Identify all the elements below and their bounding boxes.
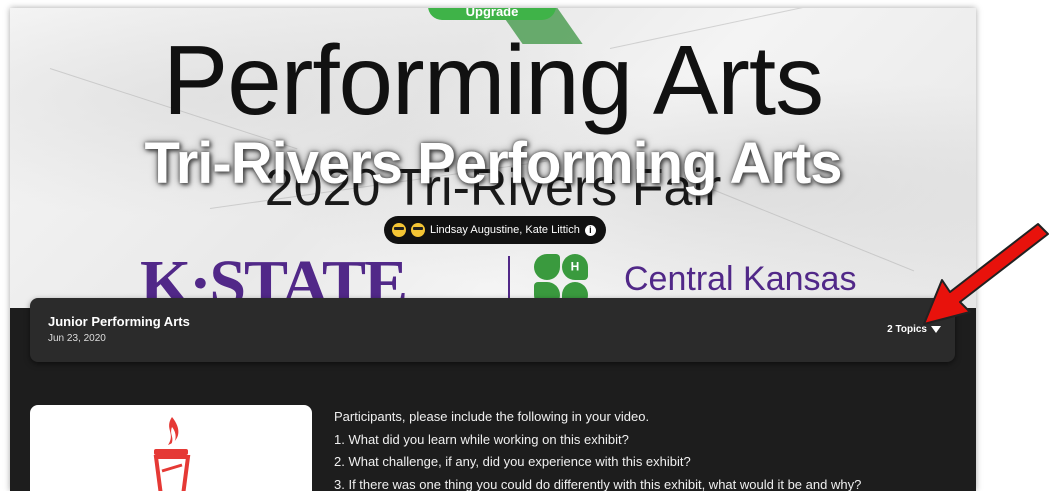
app-frame: Upgrade Performing Arts 2020 Tri-Rivers …	[10, 8, 976, 491]
torch-icon	[153, 417, 191, 491]
authors-pill[interactable]: Lindsay Augustine, Kate Littich i	[384, 216, 606, 244]
hero-banner: Upgrade Performing Arts 2020 Tri-Rivers …	[10, 8, 976, 320]
description-item: 1. What did you learn while working on t…	[334, 431, 629, 447]
red-arrow-annotation	[923, 223, 1049, 325]
clover-letter: H	[570, 260, 580, 275]
description-item: 3. If there was one thing you could do d…	[334, 476, 862, 491]
section-header[interactable]: Junior Performing Arts Jun 23, 2020 2 To…	[30, 298, 955, 362]
page-title: Tri-Rivers Performing Arts	[144, 131, 842, 196]
hero-title: Performing Arts	[162, 25, 824, 135]
authors-label: Lindsay Augustine, Kate Littich	[430, 224, 580, 236]
description-intro: Participants, please include the followi…	[334, 409, 650, 424]
exhibit-thumbnail[interactable]	[30, 405, 312, 491]
sunglasses-emoji-icon	[411, 223, 425, 237]
central-kansas-logo-text: Central Kansas	[624, 260, 857, 298]
upgrade-badge[interactable]: Upgrade	[428, 8, 556, 20]
section-title: Junior Performing Arts	[48, 314, 190, 329]
info-icon[interactable]: i	[584, 224, 596, 236]
exhibit-description: Participants, please include the followi…	[334, 406, 861, 491]
sunglasses-emoji-icon	[392, 223, 406, 237]
section-date: Jun 23, 2020	[48, 333, 106, 344]
description-item: 2. What challenge, if any, did you exper…	[334, 454, 691, 469]
